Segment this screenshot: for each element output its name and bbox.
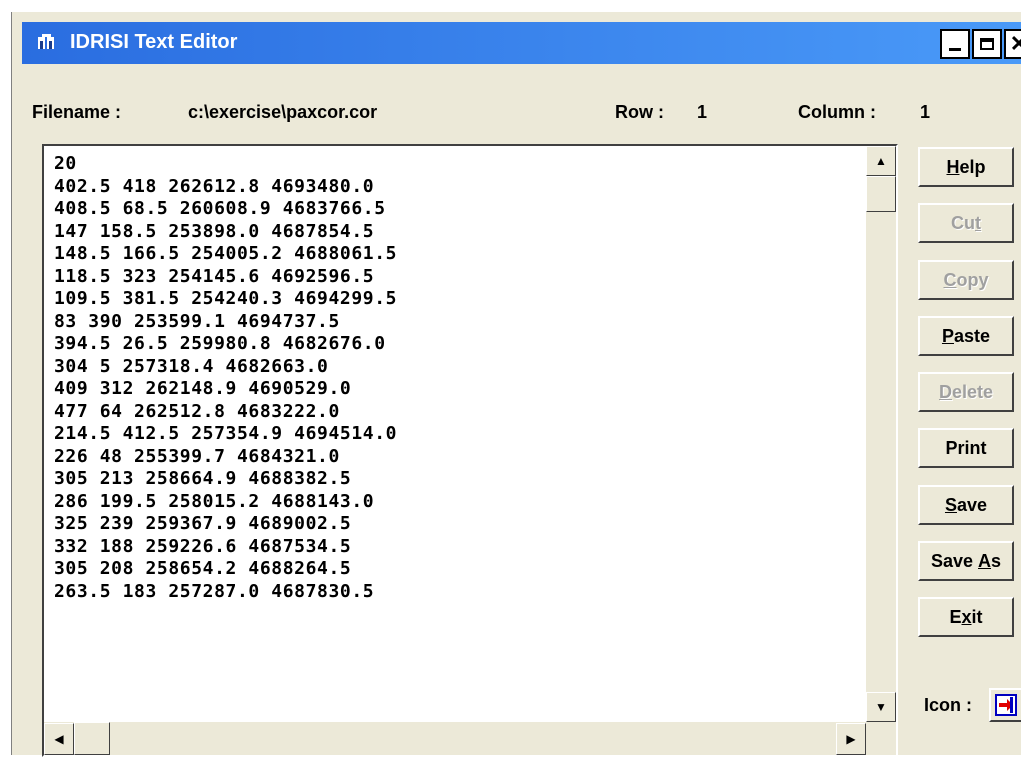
vertical-scrollbar[interactable] (866, 146, 896, 722)
editor-line[interactable]: 305 213 258664.9 4688382.5 (54, 468, 397, 491)
editor-line[interactable]: 325 239 259367.9 4689002.5 (54, 513, 397, 536)
text-editor-area[interactable]: 20 402.5 418 262612.8 4693480.0 408.5 68.5… (42, 144, 898, 757)
window-title: IDRISI Text Editor (70, 31, 238, 53)
editor-line[interactable]: 402.5 418 262612.8 4693480.0 (54, 176, 397, 199)
help-label-underline: H (946, 156, 960, 177)
save-as-label-pre: Save (930, 550, 979, 571)
close-icon: ✕ (1009, 31, 1021, 56)
scroll-right-icon: ▶ (846, 732, 856, 746)
delete-label-underline: D (938, 381, 952, 402)
column-label: Column : (798, 102, 876, 122)
restore-icon (995, 694, 1017, 716)
horizontal-scrollbar[interactable] (44, 722, 866, 755)
cut-label-underline: t (975, 212, 981, 233)
editor-line[interactable]: 305 208 258654.2 4688264.5 (54, 558, 397, 581)
editor-line[interactable]: 118.5 323 254145.6 4692596.5 (54, 266, 397, 289)
minimize-button[interactable] (940, 29, 970, 59)
delete-button[interactable]: Delete (918, 372, 1014, 412)
editor-line[interactable]: 147 158.5 253898.0 4687854.5 (54, 221, 397, 244)
save-as-label-post: s (991, 550, 1002, 571)
scroll-left-icon: ◀ (54, 732, 64, 746)
scroll-up-icon: ▲ (875, 154, 887, 168)
editor-line[interactable]: 83 390 253599.1 4694737.5 (54, 311, 397, 334)
cut-button[interactable]: Cu t (918, 203, 1014, 243)
exit-button[interactable]: Ex it (918, 597, 1014, 637)
paste-label-post: aste (953, 325, 991, 346)
column-value: 1 (920, 102, 931, 122)
scroll-down-icon: ▼ (875, 700, 887, 714)
editor-line[interactable]: 477 64 262512.8 4683222.0 (54, 401, 397, 424)
paste-label-underline: P (941, 325, 954, 346)
scroll-corner (866, 722, 896, 755)
icon-label: Icon : (924, 695, 972, 715)
close-button[interactable]: ✕ (1004, 29, 1021, 59)
editor-line[interactable]: 332 188 259226.6 4687534.5 (54, 536, 397, 559)
editor-line[interactable]: 20 (54, 153, 397, 176)
filename-value: c:\exercise\paxcor.cor (188, 102, 378, 122)
exit-label-post: it (971, 606, 983, 627)
editor-line[interactable]: 409 312 262148.9 4690529.0 (54, 378, 397, 401)
copy-label-underline: C (943, 269, 957, 290)
delete-label-post: elete (951, 381, 994, 402)
row-label: Row : (615, 102, 664, 122)
save-label-underline: S (944, 494, 957, 515)
minimize-to-icon-button[interactable] (989, 688, 1021, 722)
editor-line[interactable]: 394.5 26.5 259980.8 4682676.0 (54, 333, 397, 356)
help-label-post: elp (959, 156, 986, 177)
filename-label: Filename : (32, 102, 122, 122)
scroll-down-button[interactable]: ▼ (866, 692, 896, 722)
maximize-icon (980, 38, 994, 50)
editor-line[interactable]: 286 199.5 258015.2 4688143.0 (54, 491, 397, 514)
copy-label-post: opy (956, 269, 989, 290)
editor-line[interactable]: 214.5 412.5 257354.9 4694514.0 (54, 423, 397, 446)
help-button[interactable]: Help (918, 147, 1014, 187)
save-as-button[interactable]: Save As (918, 541, 1014, 581)
editor-line[interactable]: 226 48 255399.7 4684321.0 (54, 446, 397, 469)
save-as-label-underline: A (978, 550, 992, 571)
print-label-pre: Print (945, 437, 987, 458)
print-button[interactable]: Print (918, 428, 1014, 468)
minimize-icon (949, 47, 961, 51)
editor-line[interactable]: 408.5 68.5 260608.9 4683766.5 (54, 198, 397, 221)
app-icon (38, 34, 54, 49)
scroll-up-button[interactable]: ▲ (866, 146, 896, 176)
scroll-left-button[interactable]: ◀ (44, 723, 74, 755)
exit-label-pre: E (949, 606, 962, 627)
editor-line[interactable]: 304 5 257318.4 4682663.0 (54, 356, 397, 379)
editor-line[interactable]: 148.5 166.5 254005.2 4688061.5 (54, 243, 397, 266)
editor-text[interactable]: 20 402.5 418 262612.8 4693480.0 408.5 68.5… (54, 153, 397, 603)
editor-line[interactable]: 263.5 183 257287.0 4687830.5 (54, 581, 397, 604)
maximize-button[interactable] (972, 29, 1002, 59)
paste-button[interactable]: Paste (918, 316, 1014, 356)
save-button[interactable]: Save (918, 485, 1014, 525)
editor-line[interactable]: 109.5 381.5 254240.3 4694299.5 (54, 288, 397, 311)
scroll-right-button[interactable]: ▶ (836, 723, 866, 755)
copy-button[interactable]: Copy (918, 260, 1014, 300)
row-value: 1 (697, 102, 708, 122)
horizontal-scroll-thumb[interactable] (74, 722, 110, 755)
exit-label-underline: x (961, 606, 972, 627)
save-label-post: ave (956, 494, 988, 515)
cut-label-pre: Cu (951, 212, 975, 233)
title-bar[interactable]: IDRISI Text Editor ✕ (22, 22, 1021, 64)
vertical-scroll-thumb[interactable] (866, 176, 896, 212)
editor-window: IDRISI Text Editor ✕ Filename : c:\exerc… (11, 12, 1021, 757)
